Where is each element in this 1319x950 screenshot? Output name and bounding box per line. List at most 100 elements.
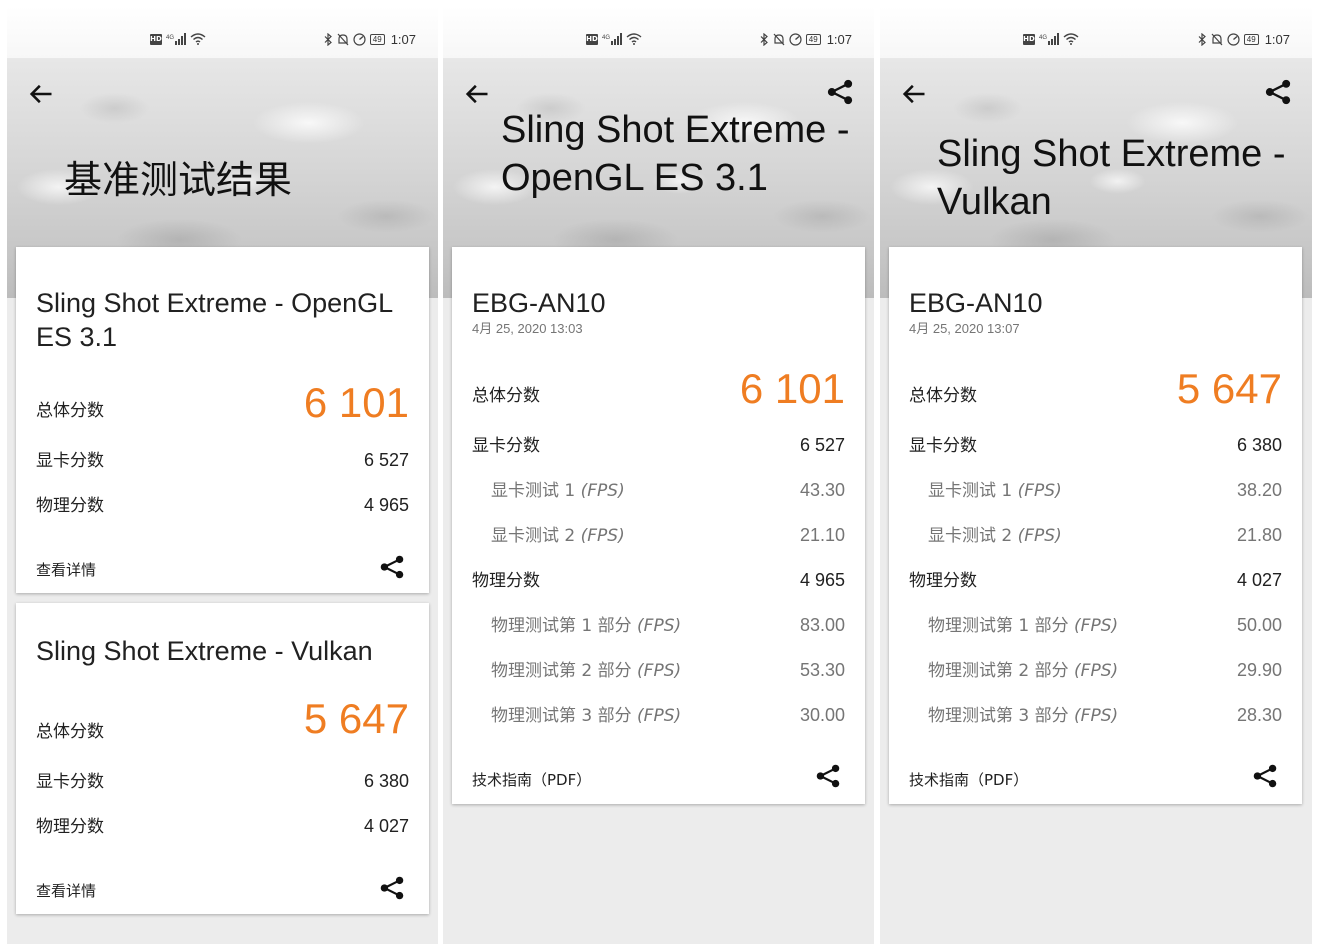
physics-score-value: 4 965 <box>363 495 409 515</box>
graphics-score-value: 6 380 <box>363 771 409 791</box>
graphics-score-row: 显卡分数 6 380 <box>36 764 409 792</box>
physics-score-value: 4 027 <box>363 816 409 836</box>
status-bar: HD 4G 49 1:07 <box>443 6 874 58</box>
physics-test-2-row: 物理测试第 2 部分 (FPS) 29.90 <box>909 653 1282 681</box>
graphics-score-value: 6 380 <box>1236 435 1282 455</box>
share-icon[interactable] <box>1264 78 1292 106</box>
graphics-test-2-label: 显卡测试 2 (FPS) <box>928 526 1062 546</box>
back-arrow-icon[interactable] <box>463 80 491 108</box>
physics-test-3-value: 28.30 <box>1236 705 1282 725</box>
technical-guide-link[interactable]: 技术指南（PDF） <box>909 769 1028 790</box>
physics-test-1-row: 物理测试第 1 部分 (FPS) 83.00 <box>472 608 845 636</box>
card-title: Sling Shot Extreme - Vulkan <box>36 636 373 666</box>
graphics-test-2-row: 显卡测试 2 (FPS) 21.80 <box>909 518 1282 546</box>
signal-icon: 4G <box>1039 33 1059 45</box>
physics-test-1-label: 物理测试第 1 部分 (FPS) <box>928 616 1119 636</box>
physics-test-3-row: 物理测试第 3 部分 (FPS) 30.00 <box>472 698 845 726</box>
svg-text:4G: 4G <box>602 35 610 41</box>
physics-test-3-label: 物理测试第 3 部分 (FPS) <box>491 706 682 726</box>
physics-score-label: 物理分数 <box>36 817 104 837</box>
status-time: 1:07 <box>1264 31 1290 47</box>
physics-test-2-value: 53.30 <box>799 660 845 680</box>
graphics-score-label: 显卡分数 <box>36 772 104 792</box>
share-icon[interactable] <box>815 763 841 789</box>
overall-score-value: 6 101 <box>739 365 845 412</box>
result-card-opengl[interactable]: Sling Shot Extreme - OpenGL ES 3.1 总体分数 … <box>16 247 429 593</box>
physics-score-row: 物理分数 4 027 <box>36 809 409 837</box>
wifi-icon <box>626 33 642 45</box>
battery-icon: 49 <box>1243 33 1259 45</box>
share-icon[interactable] <box>379 554 405 580</box>
physics-test-1-label: 物理测试第 1 部分 (FPS) <box>491 616 682 636</box>
graphics-score-label: 显卡分数 <box>472 436 540 456</box>
back-arrow-icon[interactable] <box>27 80 55 108</box>
device-name: EBG-AN10 <box>472 288 606 318</box>
overall-score-label: 总体分数 <box>36 401 104 421</box>
view-details-link[interactable]: 查看详情 <box>36 880 96 901</box>
status-time: 1:07 <box>390 31 416 47</box>
signal-icon: 4G <box>602 33 622 45</box>
physics-test-1-value: 83.00 <box>799 615 845 635</box>
overall-score-label: 总体分数 <box>472 386 540 406</box>
test-date: 4月 25, 2020 13:07 <box>909 321 1020 336</box>
hd-badge: HD <box>586 33 598 45</box>
result-card-vulkan[interactable]: Sling Shot Extreme - Vulkan 总体分数 5 647 显… <box>16 603 429 914</box>
physics-score-row: 物理分数 4 027 <box>909 563 1282 591</box>
battery-icon: 49 <box>369 33 385 45</box>
physics-score-value: 4 027 <box>1236 570 1282 590</box>
page-title: Sling Shot Extreme - Vulkan <box>937 133 1286 223</box>
graphics-score-row: 显卡分数 6 527 <box>472 428 845 456</box>
graphics-score-value: 6 527 <box>363 450 409 470</box>
mute-icon <box>1211 33 1223 45</box>
physics-test-3-value: 30.00 <box>799 705 845 725</box>
detail-card: EBG-AN10 4月 25, 2020 13:07 总体分数 5 647 显卡… <box>889 247 1302 804</box>
graphics-score-row: 显卡分数 6 527 <box>36 443 409 471</box>
overall-score-value: 5 647 <box>303 695 409 742</box>
physics-score-row: 物理分数 4 965 <box>36 488 409 516</box>
share-icon[interactable] <box>379 875 405 901</box>
physics-test-2-row: 物理测试第 2 部分 (FPS) 53.30 <box>472 653 845 681</box>
physics-test-1-value: 50.00 <box>1236 615 1282 635</box>
hd-badge: HD <box>1023 33 1035 45</box>
page-title: 基准测试结果 <box>64 160 293 202</box>
graphics-score-label: 显卡分数 <box>36 451 104 471</box>
opengl-detail-screen: HD 4G 49 1:07 Sling Shot Extreme - OpenG… <box>443 6 874 944</box>
hd-badge: HD <box>150 33 162 45</box>
device-name: EBG-AN10 <box>909 288 1043 318</box>
physics-test-2-label: 物理测试第 2 部分 (FPS) <box>491 661 682 681</box>
view-details-link[interactable]: 查看详情 <box>36 559 96 580</box>
graphics-test-1-value: 38.20 <box>1236 480 1282 500</box>
back-arrow-icon[interactable] <box>900 80 928 108</box>
svg-text:4G: 4G <box>1039 35 1047 41</box>
graphics-test-2-label: 显卡测试 2 (FPS) <box>491 526 625 546</box>
detail-card: EBG-AN10 4月 25, 2020 13:03 总体分数 6 101 显卡… <box>452 247 865 804</box>
vulkan-detail-screen: HD 4G 49 1:07 Sling Shot Extreme - Vulka… <box>880 6 1312 944</box>
graphics-test-2-value: 21.80 <box>1236 525 1282 545</box>
results-screen: HD 4G 49 1:07 基准测试结果 Sling Shot Extreme … <box>7 6 438 944</box>
bluetooth-icon <box>760 32 768 46</box>
share-icon[interactable] <box>826 78 854 106</box>
status-time: 1:07 <box>826 31 852 47</box>
overall-score-value: 6 101 <box>303 379 409 426</box>
physics-test-1-row: 物理测试第 1 部分 (FPS) 50.00 <box>909 608 1282 636</box>
physics-score-label: 物理分数 <box>472 571 540 591</box>
physics-test-3-row: 物理测试第 3 部分 (FPS) 28.30 <box>909 698 1282 726</box>
wifi-icon <box>1063 33 1079 45</box>
graphics-test-2-value: 21.10 <box>799 525 845 545</box>
signal-icon: 4G <box>166 33 186 45</box>
physics-test-3-label: 物理测试第 3 部分 (FPS) <box>928 706 1119 726</box>
svg-text:4G: 4G <box>166 35 174 41</box>
graphics-test-1-label: 显卡测试 1 (FPS) <box>491 481 625 501</box>
overall-score-label: 总体分数 <box>36 722 104 742</box>
physics-score-row: 物理分数 4 965 <box>472 563 845 591</box>
technical-guide-link[interactable]: 技术指南（PDF） <box>472 769 591 790</box>
overall-score-value: 5 647 <box>1176 365 1282 412</box>
share-icon[interactable] <box>1252 763 1278 789</box>
card-title: Sling Shot Extreme - OpenGL ES 3.1 <box>36 288 393 352</box>
test-date: 4月 25, 2020 13:03 <box>472 321 583 336</box>
graphics-test-1-value: 43.30 <box>799 480 845 500</box>
wifi-icon <box>190 33 206 45</box>
graphics-test-1-row: 显卡测试 1 (FPS) 38.20 <box>909 473 1282 501</box>
battery-icon: 49 <box>805 33 821 45</box>
page-title: Sling Shot Extreme - OpenGL ES 3.1 <box>501 109 850 199</box>
